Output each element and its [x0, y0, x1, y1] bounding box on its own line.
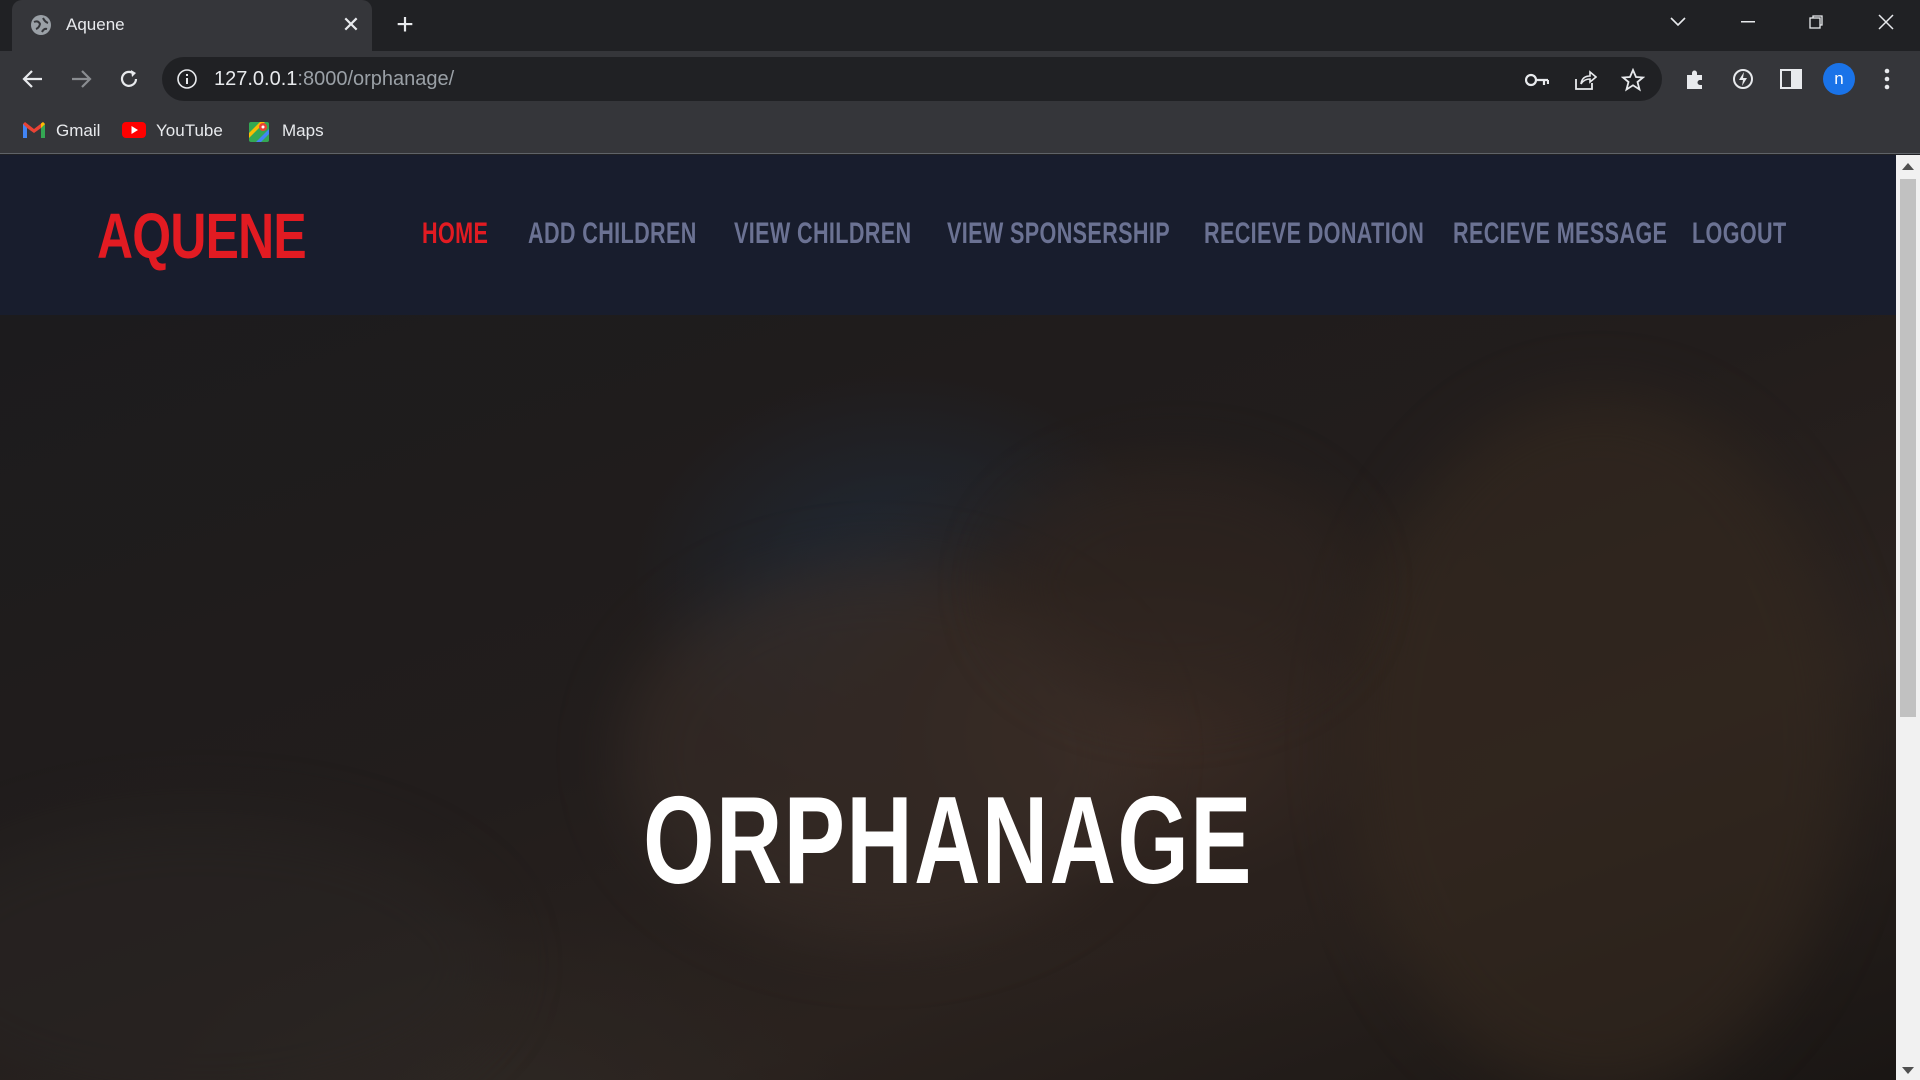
- back-arrow-icon: [22, 70, 42, 88]
- star-icon[interactable]: [1620, 67, 1646, 93]
- nav-home[interactable]: HOME: [422, 217, 488, 251]
- profile-avatar[interactable]: n: [1823, 63, 1855, 95]
- browser-tab[interactable]: Aquene ✕: [12, 0, 372, 51]
- minimize-button[interactable]: [1718, 4, 1778, 40]
- nav-add-children[interactable]: ADD CHILDREN: [528, 217, 697, 251]
- puzzle-icon: [1687, 70, 1702, 89]
- bookmark-gmail[interactable]: Gmail: [22, 119, 100, 143]
- nav-recieve-message[interactable]: RECIEVE MESSAGE: [1453, 217, 1667, 251]
- restore-button[interactable]: [1786, 4, 1846, 40]
- nav-logout[interactable]: LOGOUT: [1692, 217, 1787, 251]
- tab-strip: Aquene ✕ +: [0, 0, 1920, 51]
- kebab-menu-icon: [1884, 68, 1890, 90]
- bookmark-label: YouTube: [156, 121, 223, 140]
- speed-icon: [1733, 69, 1753, 89]
- forward-button[interactable]: [66, 64, 96, 94]
- url-path: :8000/orphanage/: [297, 68, 455, 90]
- back-button[interactable]: [18, 64, 48, 94]
- new-tab-button[interactable]: +: [390, 10, 420, 40]
- restore-icon: [1809, 15, 1823, 29]
- minimize-icon: [1741, 21, 1755, 23]
- nav-view-sponsership[interactable]: VIEW SPONSERSHIP: [947, 217, 1170, 251]
- hero-title: ORPHANAGE: [0, 770, 1896, 912]
- gmail-icon: [22, 121, 46, 141]
- tab-title: Aquene: [66, 15, 125, 34]
- youtube-icon: [122, 121, 146, 141]
- hero-banner: ORPHANAGE: [0, 315, 1896, 1080]
- page-scrollbar[interactable]: [1896, 155, 1920, 1080]
- site-header: AQUENE HOME ADD CHILDREN VIEW CHILDREN V…: [0, 155, 1896, 315]
- hero-background-shape: [1000, 465, 1350, 705]
- key-icon[interactable]: [1524, 67, 1550, 93]
- menu-button[interactable]: [1872, 64, 1902, 94]
- reload-icon: [120, 70, 138, 87]
- bookmark-label: Gmail: [56, 121, 101, 140]
- side-panel-button[interactable]: [1776, 64, 1806, 94]
- url-text: 127.0.0.1:8000/orphanage/: [214, 68, 454, 91]
- address-bar[interactable]: 127.0.0.1:8000/orphanage/: [162, 57, 1662, 101]
- page-viewport: AQUENE HOME ADD CHILDREN VIEW CHILDREN V…: [0, 155, 1896, 1080]
- bookmark-label: Maps: [282, 121, 324, 140]
- hero-background-shape: [1350, 395, 1850, 1080]
- bookmark-youtube[interactable]: YouTube: [122, 119, 223, 143]
- nav-view-children[interactable]: VIEW CHILDREN: [734, 217, 911, 251]
- chevron-down-icon: [1670, 17, 1686, 27]
- share-icon[interactable]: [1572, 67, 1598, 93]
- side-panel-icon: [1780, 69, 1802, 89]
- reload-button[interactable]: [114, 64, 144, 94]
- site-logo[interactable]: AQUENE: [97, 199, 307, 273]
- hero-title-text: ORPHANAGE: [643, 772, 1253, 910]
- performance-button[interactable]: [1728, 64, 1758, 94]
- nav-recieve-donation[interactable]: RECIEVE DONATION: [1204, 217, 1424, 251]
- tab-search-button[interactable]: [1648, 4, 1708, 40]
- globe-icon: [30, 14, 52, 36]
- scroll-thumb[interactable]: [1900, 179, 1916, 717]
- site-info-icon[interactable]: [176, 68, 198, 90]
- browser-toolbar: 127.0.0.1:8000/orphanage/ n: [0, 51, 1920, 107]
- forward-arrow-icon: [72, 70, 92, 88]
- close-window-button[interactable]: [1856, 4, 1916, 40]
- scroll-up-arrow-icon[interactable]: [1902, 163, 1914, 170]
- bookmark-maps[interactable]: Maps: [248, 119, 324, 143]
- close-icon: [1878, 14, 1894, 30]
- url-host: 127.0.0.1: [214, 68, 298, 90]
- bookmarks-bar: Gmail YouTube Maps: [0, 107, 1920, 154]
- tab-close-icon[interactable]: ✕: [338, 12, 364, 38]
- extensions-button[interactable]: [1680, 64, 1710, 94]
- maps-icon: [248, 121, 272, 142]
- scroll-down-arrow-icon[interactable]: [1902, 1067, 1914, 1074]
